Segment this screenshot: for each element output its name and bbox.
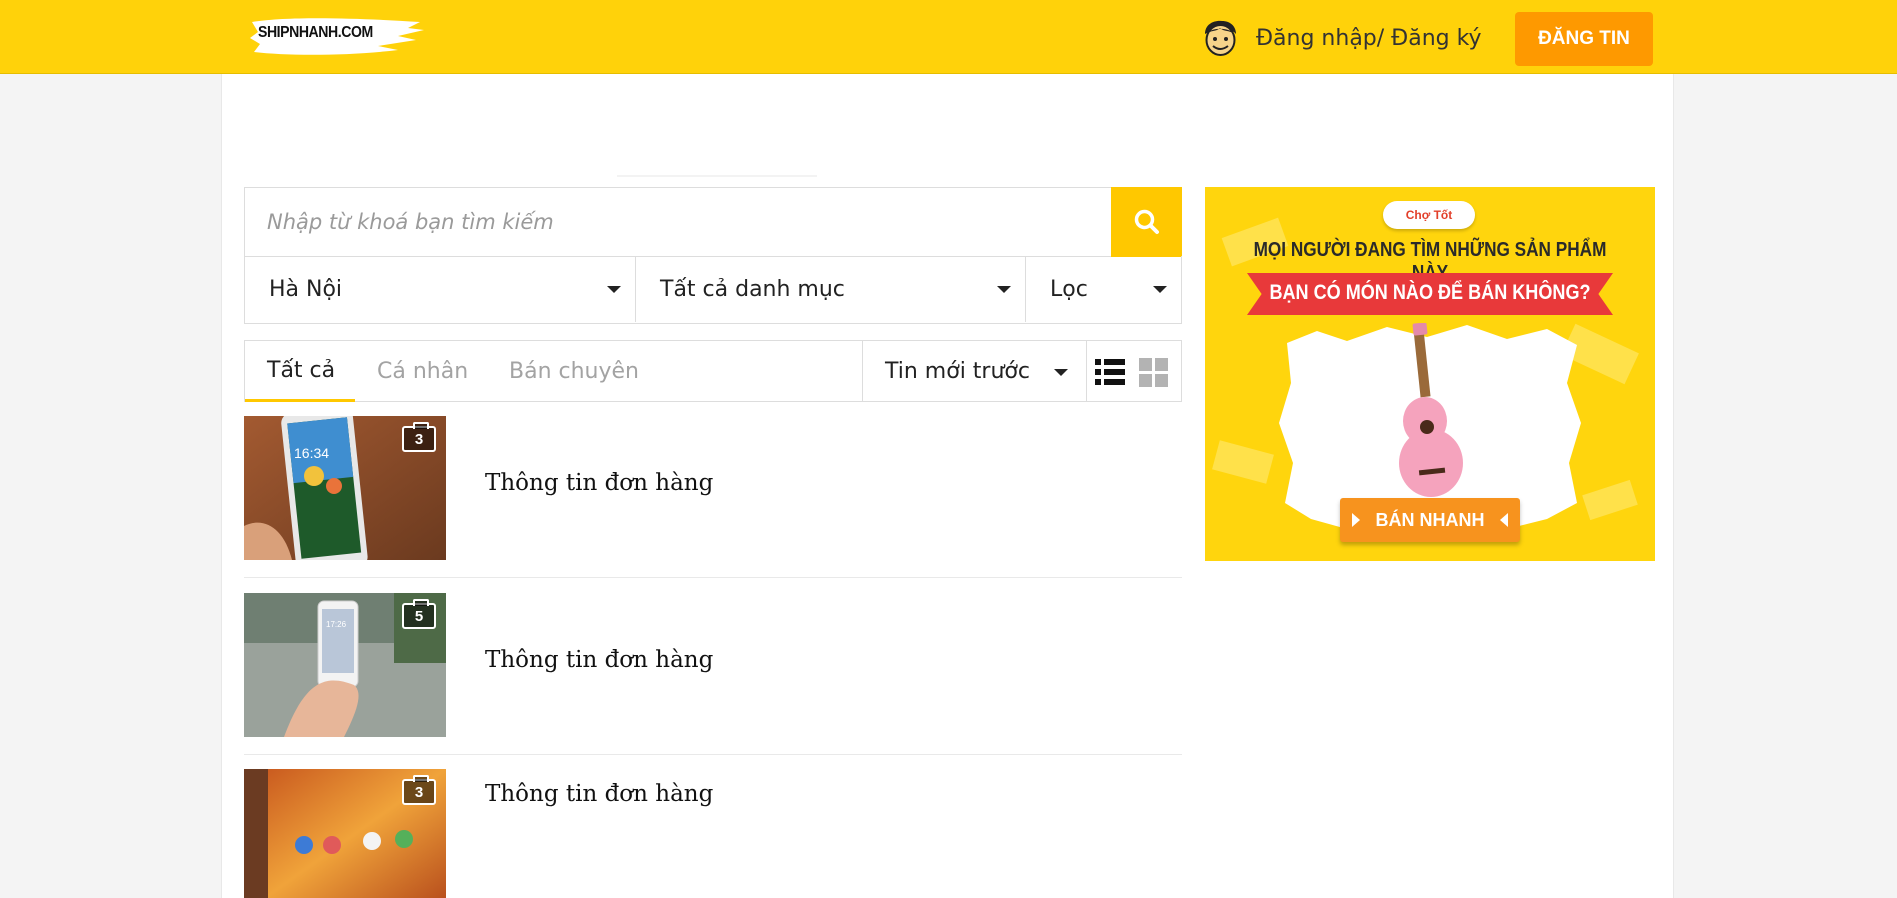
search-button[interactable] xyxy=(1111,187,1182,257)
ad-subheadline: BẠN CÓ MÓN NÀO ĐỂ BÁN KHÔNG? xyxy=(1269,281,1591,304)
login-register-label: Đăng nhập/ Đăng ký xyxy=(1256,25,1482,51)
ad-sell-button[interactable]: BÁN NHANH xyxy=(1340,498,1520,542)
svg-text:17:26: 17:26 xyxy=(326,620,347,629)
photo-count-badge: 3 xyxy=(402,775,436,805)
item-divider xyxy=(244,577,1182,578)
ad-brand-logo: Chợ Tốt xyxy=(1383,201,1475,229)
search-bar xyxy=(244,187,1182,257)
filter-select[interactable]: Lọc xyxy=(1026,256,1181,322)
list-item[interactable]: 17:26 5 Thông tin đơn hàng xyxy=(244,593,1182,755)
listing-tabs-bar: Tất cả Cá nhân Bán chuyên Tin mới trước xyxy=(244,340,1182,402)
tab-label: Tất cả xyxy=(267,357,336,383)
top-navbar: SHIPNHANH.COM Đăng nhập/ Đăng ký ĐĂNG TI… xyxy=(0,0,1897,74)
photo-count-badge: 5 xyxy=(402,599,436,629)
tab-professional[interactable]: Bán chuyên xyxy=(509,341,639,401)
grid-view-icon[interactable] xyxy=(1139,357,1169,387)
filter-bar: Hà Nội Tất cả danh mục Lọc xyxy=(244,256,1182,324)
tab-label: Cá nhân xyxy=(377,358,469,384)
tab-label: Bán chuyên xyxy=(509,358,639,384)
chevron-down-icon xyxy=(1054,369,1068,376)
listing-title[interactable]: Thông tin đơn hàng xyxy=(485,781,713,807)
listing-thumbnail[interactable]: 3 xyxy=(244,769,446,898)
chevron-down-icon xyxy=(1153,286,1167,293)
placeholder-divider xyxy=(617,175,817,177)
login-register-link[interactable]: Đăng nhập/ Đăng ký xyxy=(1200,18,1482,58)
post-ad-button[interactable]: ĐĂNG TIN xyxy=(1515,12,1653,66)
listing-title[interactable]: Thông tin đơn hàng xyxy=(485,647,713,673)
location-select[interactable]: Hà Nội xyxy=(245,256,636,322)
sort-select[interactable]: Tin mới trước xyxy=(862,341,1087,401)
search-input[interactable] xyxy=(245,188,1111,256)
svg-text:16:34: 16:34 xyxy=(294,445,329,461)
photo-count-badge: 3 xyxy=(402,422,436,452)
search-icon xyxy=(1134,209,1159,234)
item-divider xyxy=(244,754,1182,755)
logo-text: SHIPNHANH.COM xyxy=(258,24,373,41)
category-select-value: Tất cả danh mục xyxy=(660,276,845,302)
filter-select-value: Lọc xyxy=(1050,276,1088,302)
listing-thumbnail[interactable]: 17:26 5 xyxy=(244,593,446,737)
sort-select-value: Tin mới trước xyxy=(885,358,1030,384)
category-select[interactable]: Tất cả danh mục xyxy=(636,256,1026,322)
user-avatar-icon xyxy=(1205,20,1236,56)
chevron-down-icon xyxy=(997,286,1011,293)
list-item[interactable]: 16:34 3 Thông tin đơn hàng xyxy=(244,416,1182,578)
site-logo[interactable]: SHIPNHANH.COM xyxy=(248,12,424,58)
chevron-down-icon xyxy=(607,286,621,293)
location-select-value: Hà Nội xyxy=(269,276,343,302)
listing-thumbnail[interactable]: 16:34 3 xyxy=(244,416,446,560)
tab-personal[interactable]: Cá nhân xyxy=(377,341,468,401)
listing-title[interactable]: Thông tin đơn hàng xyxy=(485,470,713,496)
ad-banner[interactable]: Chợ Tốt MỌI NGƯỜI ĐANG TÌM NHỮNG SẢN PHẨ… xyxy=(1205,187,1655,561)
list-view-icon[interactable] xyxy=(1095,357,1125,387)
tab-all[interactable]: Tất cả xyxy=(245,341,355,402)
list-item[interactable]: 3 Thông tin đơn hàng xyxy=(244,769,1182,898)
